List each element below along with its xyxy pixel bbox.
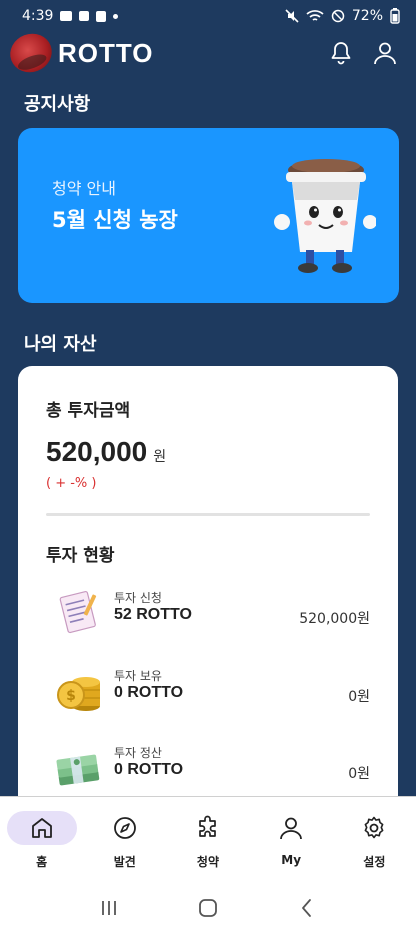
coffee-cup-mascot-icon — [274, 159, 376, 273]
total-investment-amount: 520,000 원 — [46, 436, 166, 468]
investment-row-settlement[interactable]: 투자 정산 0 ROTTO 0원 — [52, 741, 370, 797]
investment-status-label: 투자 현황 — [46, 546, 115, 566]
notification-icon — [79, 11, 90, 21]
logo-mark-icon — [4, 27, 58, 79]
notice-section-title: 공지사항 — [24, 94, 91, 115]
investment-label: 투자 신청 — [114, 591, 162, 605]
investment-row-holding[interactable]: $ 투자 보유 0 ROTTO 0원 — [52, 664, 370, 720]
nav-item-home[interactable]: 홈 — [2, 811, 82, 870]
notice-subtitle: 청약 안내 — [52, 179, 116, 198]
app-logo[interactable]: ROTTO — [4, 27, 154, 79]
investment-amount: 0 ROTTO — [114, 761, 184, 778]
total-amount-unit: 원 — [153, 449, 167, 465]
back-icon[interactable] — [296, 897, 318, 919]
gold-coins-icon: $ — [57, 677, 100, 711]
nav-label: 청약 — [196, 855, 220, 869]
user-icon — [280, 817, 303, 840]
svg-text:$: $ — [66, 688, 76, 704]
logo-text: ROTTO — [58, 37, 154, 68]
investment-label: 투자 정산 — [114, 746, 162, 760]
bell-icon[interactable] — [328, 40, 354, 66]
app-header: ROTTO — [0, 27, 416, 79]
home-button-icon[interactable] — [197, 897, 219, 919]
battery-icon — [390, 8, 400, 24]
investment-amount: 52 ROTTO — [114, 606, 192, 623]
mute-icon — [285, 9, 299, 23]
investment-value: 0원 — [348, 766, 370, 782]
total-investment-label: 총 투자금액 — [46, 401, 131, 421]
puzzle-icon — [199, 815, 216, 837]
status-time: 4:39 — [22, 8, 54, 24]
home-icon — [31, 818, 52, 838]
video-icon — [60, 11, 73, 21]
investment-amount: 0 ROTTO — [114, 684, 184, 701]
nav-item-my[interactable]: My — [251, 811, 331, 867]
gear-icon — [364, 816, 384, 839]
nav-label: 발견 — [113, 855, 136, 869]
nav-item-subscription[interactable]: 청약 — [168, 811, 248, 870]
nav-item-settings[interactable]: 설정 — [334, 811, 414, 870]
recent-apps-icon[interactable] — [98, 897, 120, 919]
notice-title: 5월 신청 농장 — [52, 208, 178, 232]
notice-banner[interactable]: 청약 안내 5월 신청 농장 — [18, 128, 399, 303]
investment-value: 0원 — [348, 689, 370, 705]
shopping-bag-icon — [96, 10, 107, 22]
investment-row-application[interactable]: 투자 신청 52 ROTTO 520,000원 — [52, 586, 370, 642]
application-form-icon — [59, 591, 97, 634]
assets-card: 총 투자금액 520,000 원 ( + -% ) 투자 현황 투자 신청 52… — [18, 366, 398, 806]
dot-icon — [113, 13, 119, 19]
profile-icon[interactable] — [372, 40, 398, 66]
divider — [46, 513, 370, 516]
total-amount-value: 520,000 — [46, 436, 148, 467]
nav-item-discover[interactable]: 발견 — [85, 811, 165, 870]
assets-section-title: 나의 자산 — [24, 334, 97, 355]
battery-percent: 72% — [351, 8, 383, 24]
nav-label: 홈 — [36, 855, 48, 869]
investment-value: 520,000원 — [299, 611, 370, 627]
wifi-icon — [306, 10, 324, 21]
nav-label: 설정 — [363, 855, 386, 869]
investment-label: 투자 보유 — [114, 669, 162, 683]
bottom-nav: 홈 발견 청약 My 설정 — [0, 796, 416, 878]
compass-icon — [113, 817, 136, 839]
system-nav-bar — [0, 878, 416, 937]
cash-stack-icon — [56, 754, 100, 786]
status-bar: 4:39 72% — [0, 0, 416, 32]
do-not-disturb-icon — [331, 9, 345, 23]
nav-label: My — [281, 853, 302, 867]
total-change-text: ( + -% ) — [46, 476, 97, 491]
